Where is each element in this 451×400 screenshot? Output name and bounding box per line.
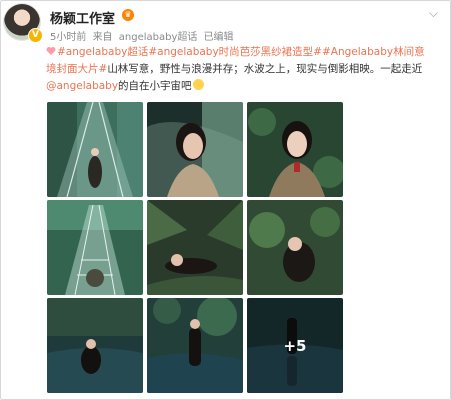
post-header: V 杨颖工作室 ♛ 5小时前 来自 angelababy超话 已编辑 ⌵ (4, 4, 444, 44)
gallery-image-8[interactable] (147, 298, 243, 393)
image-gallery: +5 (47, 102, 343, 393)
heart-icon (46, 47, 56, 55)
vip-badge-icon: ♛ (122, 9, 134, 21)
edited-label: 已编辑 (203, 32, 234, 43)
post-body: 山林写意，野性与浪漫并存；水波之上，现实与倒影相映。一起走近 (107, 63, 423, 75)
tag-link[interactable]: #angelababy超话 (57, 46, 148, 58)
gallery-image-2[interactable] (147, 102, 243, 197)
photo-net-forest (47, 102, 143, 197)
photo-portrait-veil (147, 102, 243, 197)
post-time[interactable]: 5小时前 (50, 32, 86, 43)
gallery-image-4[interactable] (47, 200, 143, 295)
gallery-image-5[interactable] (147, 200, 243, 295)
photo-lying-plants (147, 200, 243, 295)
photo-crouch-leaves (247, 200, 343, 295)
more-images-count[interactable]: +5 (247, 298, 343, 393)
gallery-image-1[interactable] (47, 102, 143, 197)
tag-link[interactable]: #angelababy时尚芭莎黑纱裙造型# (148, 46, 322, 58)
gallery-image-6[interactable] (247, 200, 343, 295)
photo-water-stand (147, 298, 243, 393)
chevron-down-icon[interactable]: ⌵ (429, 6, 438, 21)
username[interactable]: 杨颖工作室 (50, 8, 115, 27)
photo-net-wide (47, 200, 143, 295)
mention-link[interactable]: @angelababy (46, 80, 118, 92)
photo-portrait-leaves (247, 102, 343, 197)
verified-badge-icon: V (29, 29, 42, 42)
post-source[interactable]: angelababy超话 (119, 32, 198, 43)
smile-emoji-icon (192, 79, 204, 90)
gallery-image-9[interactable]: +5 (247, 298, 343, 393)
gallery-image-3[interactable] (247, 102, 343, 197)
post-meta: 5小时前 来自 angelababy超话 已编辑 (50, 28, 237, 43)
gallery-image-7[interactable] (47, 298, 143, 393)
photo-water-sit (47, 298, 143, 393)
post-text: #angelababy超话#angelababy时尚芭莎黑纱裙造型##Angel… (46, 44, 434, 95)
post-tail: 的自在小宇宙吧 (118, 80, 192, 92)
source-prefix: 来自 (92, 32, 113, 43)
